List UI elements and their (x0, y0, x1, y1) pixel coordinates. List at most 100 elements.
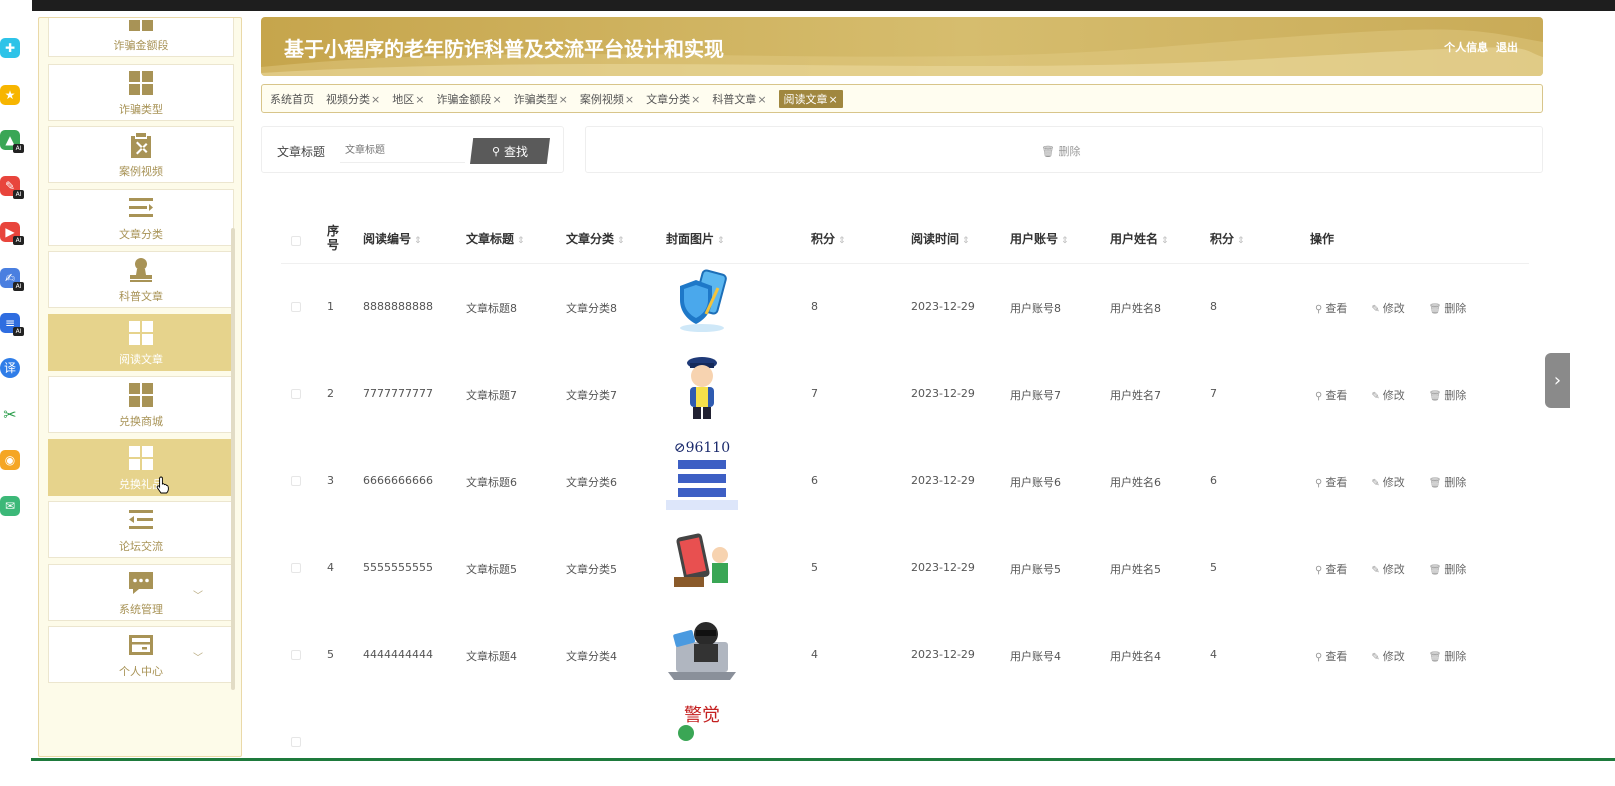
sort-icon[interactable]: ⇕ (617, 236, 625, 246)
sort-icon[interactable]: ⇕ (414, 236, 422, 246)
header-account[interactable]: 用户账号 ⇕ (1010, 230, 1069, 247)
video-ai-app-icon[interactable]: ▶ AI (0, 222, 24, 245)
tab-region[interactable]: 地区× (392, 91, 424, 107)
tab-video-category[interactable]: 视频分类× (326, 91, 380, 107)
sort-icon[interactable]: ⇕ (517, 236, 525, 246)
chevron-right-icon[interactable]: › (1545, 353, 1570, 408)
tab-fraud-type[interactable]: 诈骗类型× (514, 91, 568, 107)
tab-case-video[interactable]: 案例视频× (580, 91, 634, 107)
header-banner: 基于小程序的老年防诈科普及交流平台设计和实现 个人信息 退出 (261, 17, 1543, 76)
sidebar-item-forum[interactable]: 论坛交流 (48, 501, 234, 558)
view-label: 查看 (1325, 476, 1348, 489)
view-button[interactable]: ⚲ 查看 (1315, 476, 1359, 489)
hotline-poster-thumbnail[interactable]: ⊘96110 (666, 438, 738, 510)
edit-button[interactable]: ✎ 修改 (1371, 650, 1416, 663)
row-actions: ⚲ 查看 ✎ 修改 🗑 删除 (1315, 474, 1490, 490)
cell-points2: 8 (1210, 300, 1217, 313)
delete-button[interactable]: 🗑 删除 (1429, 650, 1479, 663)
doc-ai-app-icon[interactable]: ≡ AI (0, 313, 24, 336)
sidebar-item-system[interactable]: 系统管理 ﹀ (48, 564, 234, 621)
header-cover[interactable]: 封面图片 ⇕ (666, 230, 725, 247)
header-title[interactable]: 文章标题 ⇕ (466, 230, 525, 247)
profile-link[interactable]: 个人信息 (1444, 41, 1488, 54)
sidebar-item-exchange-mall[interactable]: 兑换商城 (48, 376, 234, 433)
close-icon[interactable]: × (492, 93, 501, 106)
translate-app-icon[interactable]: 译 (0, 358, 20, 378)
hacker-laptop-thumbnail[interactable] (666, 612, 738, 684)
sidebar-item-case-video[interactable]: 案例视频 (48, 126, 234, 183)
delete-button[interactable]: 🗑 删除 (1429, 389, 1479, 402)
close-icon[interactable]: × (625, 93, 634, 106)
phone-scam-thumbnail[interactable] (666, 525, 738, 597)
header-points2[interactable]: 积分 ⇕ (1210, 230, 1245, 247)
logout-link[interactable]: 退出 (1496, 41, 1518, 54)
image-ai-app-icon[interactable]: ▲ AI (0, 130, 24, 153)
close-icon[interactable]: × (559, 93, 568, 106)
tab-science-article[interactable]: 科普文章× (712, 91, 766, 107)
sort-icon[interactable]: ⇕ (1161, 236, 1169, 246)
police-officer-thumbnail[interactable] (666, 351, 738, 423)
header-read-id[interactable]: 阅读编号 ⇕ (363, 230, 422, 247)
mail-app-icon[interactable]: ✉ (0, 496, 20, 516)
shield-phone-thumbnail[interactable] (666, 264, 738, 336)
delete-button[interactable]: 🗑 删除 (1429, 302, 1479, 315)
sidebar-item-exchange-gift[interactable]: 兑换礼品 (48, 439, 234, 496)
edit-button[interactable]: ✎ 修改 (1371, 476, 1416, 489)
select-all-checkbox[interactable] (291, 236, 301, 246)
edit-button[interactable]: ✎ 修改 (1371, 563, 1416, 576)
tab-label: 系统首页 (270, 92, 314, 106)
sidebar-item-fraud-amount[interactable]: 诈骗金额段 (48, 18, 234, 57)
search-input[interactable] (340, 139, 465, 163)
sort-icon[interactable]: ⇕ (962, 236, 970, 246)
close-icon[interactable]: × (371, 93, 380, 106)
tab-home[interactable]: 系统首页 (270, 91, 314, 107)
edit-button[interactable]: ✎ 修改 (1371, 389, 1416, 402)
sidebar-item-science-article[interactable]: 科普文章 (48, 251, 234, 308)
view-button[interactable]: ⚲ 查看 (1315, 650, 1359, 663)
sidebar-item-fraud-type[interactable]: 诈骗类型 (48, 64, 234, 121)
row-checkbox[interactable] (291, 650, 301, 660)
search-button[interactable]: ⚲ 查找 (470, 138, 550, 164)
row-checkbox[interactable] (291, 563, 301, 573)
delete-button[interactable]: 🗑 删除 (1429, 563, 1479, 576)
tab-fraud-amount[interactable]: 诈骗金额段× (436, 91, 501, 107)
sidebar-item-article-category[interactable]: 文章分类 (48, 189, 234, 246)
edit-ai-app-icon[interactable]: ✍ AI (0, 268, 24, 291)
row-checkbox[interactable] (291, 302, 301, 312)
scissors-app-icon[interactable]: ✂ (0, 405, 20, 425)
tab-article-category[interactable]: 文章分类× (646, 91, 700, 107)
header-category[interactable]: 文章分类 ⇕ (566, 230, 625, 247)
sidebar-item-label: 科普文章 (119, 289, 163, 303)
header-name[interactable]: 用户姓名 ⇕ (1110, 230, 1169, 247)
view-button[interactable]: ⚲ 查看 (1315, 563, 1359, 576)
cell-points2: 5 (1210, 561, 1217, 574)
view-button[interactable]: ⚲ 查看 (1315, 302, 1359, 315)
close-icon[interactable]: × (829, 93, 838, 106)
star-app-icon[interactable]: ★ (0, 85, 20, 105)
row-checkbox[interactable] (291, 389, 301, 399)
sidebar-item-label: 论坛交流 (119, 539, 163, 553)
close-icon[interactable]: × (757, 93, 766, 106)
close-icon[interactable]: × (415, 93, 424, 106)
delete-button[interactable]: 🗑 删除 (1429, 476, 1479, 489)
close-icon[interactable]: × (691, 93, 700, 106)
sort-icon[interactable]: ⇕ (1237, 236, 1245, 246)
sidebar-scrollbar[interactable] (231, 228, 235, 690)
sort-icon[interactable]: ⇕ (1061, 236, 1069, 246)
plus-app-icon[interactable]: ✚ (0, 38, 20, 58)
edit-button[interactable]: ✎ 修改 (1371, 302, 1416, 315)
weibo-app-icon[interactable]: ◉ (0, 450, 20, 470)
tab-read-article[interactable]: 阅读文章× (778, 89, 843, 108)
row-checkbox[interactable] (291, 737, 301, 747)
view-button[interactable]: ⚲ 查看 (1315, 389, 1359, 402)
header-points[interactable]: 积分 ⇕ (811, 230, 846, 247)
sidebar-item-personal[interactable]: 个人中心 ﹀ (48, 626, 234, 683)
pdf-ai-app-icon[interactable]: ✎ AI (0, 176, 24, 199)
sidebar-item-read-article[interactable]: 阅读文章 (48, 314, 234, 371)
sort-icon[interactable]: ⇕ (838, 236, 846, 246)
cell-category: 文章分类4 (566, 650, 617, 663)
sort-icon[interactable]: ⇕ (717, 236, 725, 246)
batch-delete-button[interactable]: 🗑 删除 (1041, 143, 1080, 159)
row-checkbox[interactable] (291, 476, 301, 486)
header-read-time[interactable]: 阅读时间 ⇕ (911, 230, 970, 247)
